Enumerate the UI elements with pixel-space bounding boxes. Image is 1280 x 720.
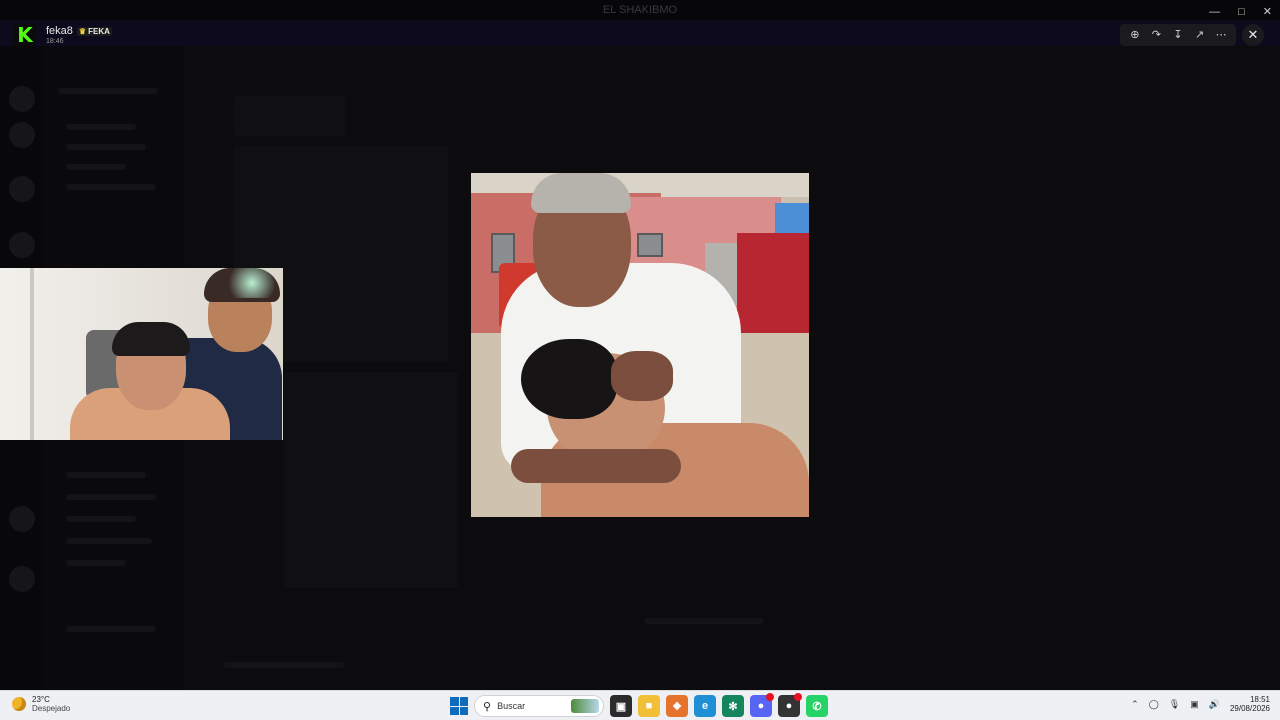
crown-icon: ♛: [78, 26, 87, 36]
windows-start-icon[interactable]: [450, 697, 468, 715]
moon-icon: [12, 697, 26, 711]
chat-attachment: [284, 372, 458, 588]
image-market-stall: [737, 233, 809, 343]
notification-username: feka8: [46, 25, 73, 37]
notification-dot: [794, 693, 802, 701]
image-man-hair: [531, 173, 631, 213]
download-icon[interactable]: ↧: [1169, 26, 1187, 44]
search-highlight-image: [571, 699, 599, 713]
channel-line: [66, 164, 126, 170]
microphone-icon[interactable]: 🎙: [1169, 699, 1180, 710]
server-icon: [9, 566, 35, 592]
light-glow: [222, 268, 282, 298]
badge-label: FEKA: [88, 26, 110, 36]
zoom-in-icon[interactable]: ⊕: [1126, 26, 1144, 44]
system-tray: ⌃ ◯ 🎙 ▣ 🔊 18:51 29/08/2026: [1131, 695, 1270, 713]
app-icon[interactable]: ●: [778, 693, 802, 717]
channel-line: [66, 144, 146, 150]
webcam-overlay: [0, 268, 283, 440]
close-icon[interactable]: ✕: [1242, 24, 1264, 46]
chat-attachment: [234, 96, 346, 136]
clock-time: 18:51: [1249, 695, 1270, 704]
discord-icon[interactable]: ●: [750, 693, 774, 717]
search-label: Buscar: [497, 701, 526, 711]
server-icon: [9, 122, 35, 148]
taskbar-center: ⚲ Buscar ▣ ■ ❖ e ✻ ● ● ✆: [450, 693, 828, 717]
taskbar: 23°C Despejado ⚲ Buscar ▣ ■ ❖ e ✻ ● ● ✆ …: [0, 690, 1280, 720]
person-hair: [112, 322, 190, 356]
open-external-icon[interactable]: ↗: [1191, 26, 1209, 44]
channel-line: [58, 88, 158, 94]
more-options-icon[interactable]: ⋯: [1212, 26, 1230, 44]
background-banner: [0, 20, 1280, 46]
channel-line: [66, 626, 156, 632]
weather-temp: 23°C: [32, 695, 50, 704]
stream-notification: K feka8 ♛ FEKA 18:46: [14, 20, 112, 50]
maximize-button[interactable]: □: [1238, 2, 1245, 22]
whatsapp-icon[interactable]: ✆: [806, 695, 828, 717]
weather-widget[interactable]: 23°C Despejado: [12, 695, 70, 713]
server-icon: [9, 176, 35, 202]
window-title: EL SHAKIBMO: [602, 4, 678, 16]
chat-line: [644, 618, 764, 624]
screen: EL SHAKIBMO — □ ✕ K feka8 ♛ FEKA 18:46 ⊕…: [0, 0, 1280, 720]
channel-line: [66, 516, 136, 522]
image-hand: [611, 351, 673, 401]
weather-desc: Despejado: [32, 704, 71, 713]
channel-line: [66, 494, 156, 500]
image-young-hair: [521, 339, 617, 419]
server-icon: [9, 232, 35, 258]
file-explorer-icon[interactable]: ■: [638, 695, 660, 717]
window-close-button[interactable]: ✕: [1263, 2, 1272, 22]
notification-user: feka8 ♛ FEKA: [46, 25, 112, 37]
message-input: [224, 662, 344, 668]
server-icon: [9, 506, 35, 532]
notification-dot: [766, 693, 774, 701]
chevron-up-icon[interactable]: ⌃: [1131, 699, 1139, 710]
viewed-image[interactable]: [471, 173, 809, 517]
channel-line: [66, 538, 152, 544]
notification-text: feka8 ♛ FEKA 18:46: [46, 25, 112, 45]
user-badge: ♛ FEKA: [76, 26, 112, 36]
weather-text: 23°C Despejado: [32, 695, 70, 713]
copilot-icon[interactable]: ❖: [666, 695, 688, 717]
image-arm: [511, 449, 681, 483]
share-forward-icon[interactable]: ↷: [1147, 26, 1165, 44]
kick-logo-icon: K: [14, 24, 36, 46]
shield-icon[interactable]: ◯: [1149, 699, 1159, 710]
image-window: [637, 233, 663, 257]
channel-line: [66, 124, 136, 130]
notification-time: 18:46: [46, 38, 64, 45]
server-icon: [9, 86, 35, 112]
image-viewer-toolbar: ⊕ ↷ ↧ ↗ ⋯: [1120, 24, 1236, 46]
window-title-bar: EL SHAKIBMO — □ ✕: [0, 0, 1280, 20]
task-view-icon[interactable]: ▣: [610, 695, 632, 717]
chatgpt-icon[interactable]: ✻: [722, 695, 744, 717]
channel-line: [66, 560, 126, 566]
volume-icon[interactable]: 🔊: [1209, 699, 1220, 710]
webcam-curtain: [30, 268, 34, 440]
clock-date: 29/08/2026: [1229, 704, 1270, 713]
edge-icon[interactable]: e: [694, 695, 716, 717]
clock[interactable]: 18:51 29/08/2026: [1230, 695, 1270, 713]
channel-line: [66, 472, 146, 478]
taskbar-search[interactable]: ⚲ Buscar: [474, 695, 604, 717]
channel-line: [66, 184, 156, 190]
window-controls: — □ ✕: [1209, 2, 1272, 22]
search-icon: ⚲: [483, 700, 492, 713]
monitor-icon[interactable]: ▣: [1190, 699, 1199, 710]
minimize-button[interactable]: —: [1209, 2, 1220, 22]
